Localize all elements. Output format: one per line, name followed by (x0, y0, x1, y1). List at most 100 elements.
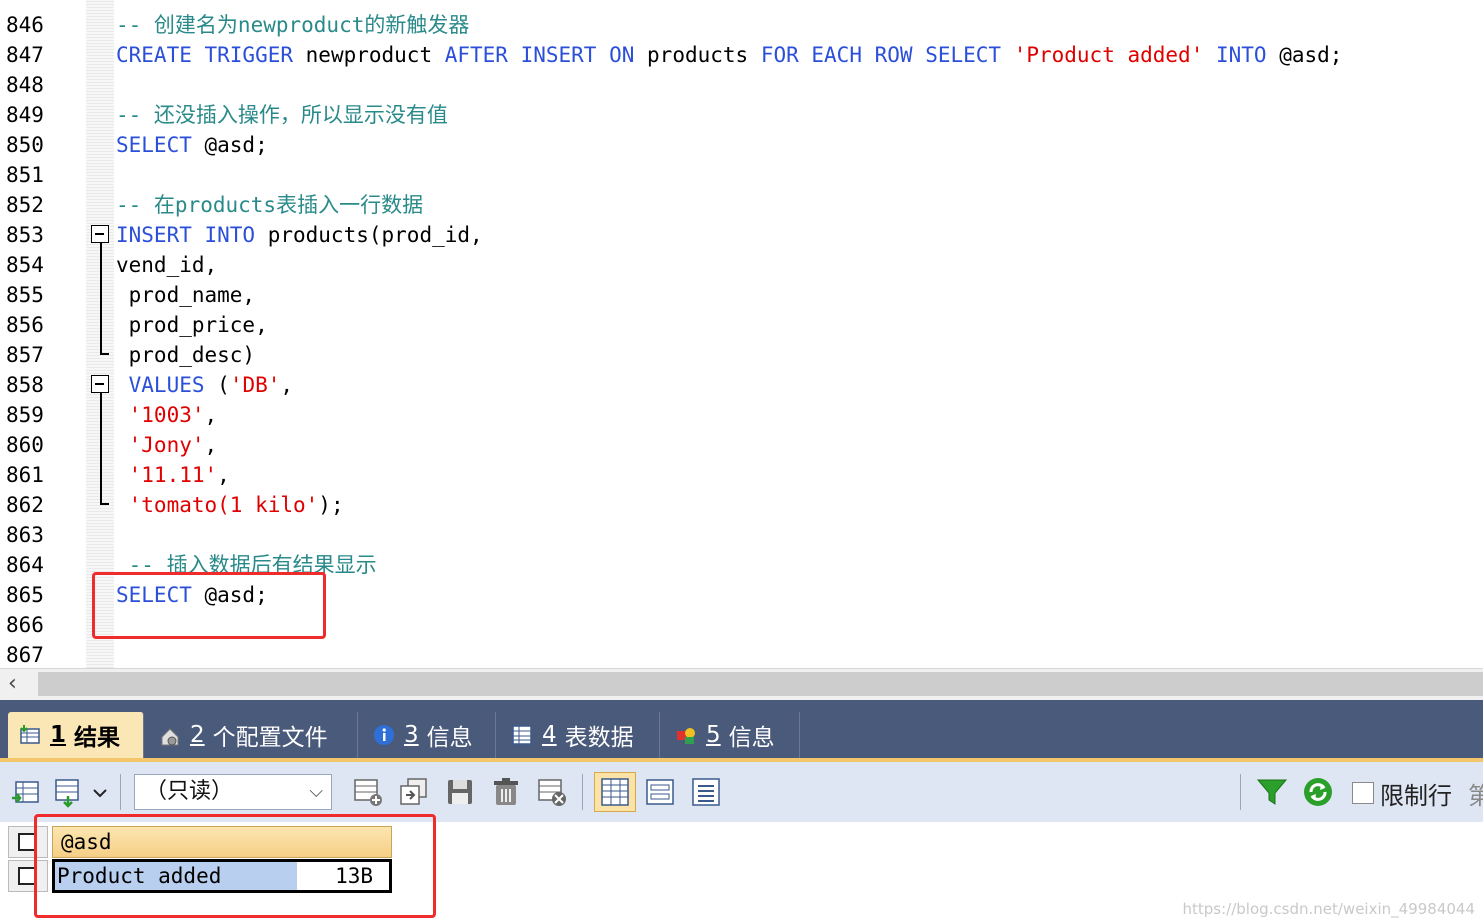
grid-view-icon[interactable] (594, 772, 636, 812)
keyword: VALUES (116, 373, 205, 397)
keyword: CREATE TRIGGER (116, 43, 294, 67)
tab-info-2[interactable]: 5 信息 (664, 712, 800, 758)
punctuation: , (204, 433, 218, 457)
line-number: 846 (6, 13, 44, 37)
string-literal: 'Jony' (116, 433, 205, 457)
code-line-850: SELECT @asd; (116, 130, 268, 160)
line-number: 849 (6, 103, 44, 127)
code-comment: -- 还没插入操作，所以显示没有值 (116, 103, 448, 127)
line-number: 858 (6, 373, 44, 397)
readonly-mode-select[interactable]: （只读） ⌵ (134, 774, 332, 810)
import-dropdown-icon[interactable] (54, 776, 110, 808)
line-number: 859 (6, 403, 44, 427)
keyword: AFTER INSERT ON (444, 43, 635, 67)
code-line-856: prod_price, (116, 313, 268, 337)
horizontal-scrollbar[interactable]: ‹ (0, 668, 1483, 701)
line-number: 855 (6, 283, 44, 307)
result-grid: @asd Product added 13B https://blog.csdn… (0, 814, 1483, 924)
result-toolbar: （只读） ⌵ 限制行 第 (0, 762, 1483, 822)
line-number: 850 (6, 133, 44, 157)
tab-label: 个配置文件 (212, 725, 328, 751)
truncated-label: 第 (1468, 782, 1483, 810)
refresh-icon[interactable] (1302, 776, 1334, 808)
code-line-854: vend_id, (116, 253, 218, 277)
tab-profiles[interactable]: 2 个配置文件 (148, 712, 358, 758)
info-icon (372, 723, 396, 747)
limit-rows-checkbox[interactable] (1352, 782, 1374, 804)
tab-number: 5 (706, 722, 721, 748)
line-number: 857 (6, 343, 44, 367)
tab-label: 信息 (426, 725, 473, 751)
sql-editor[interactable]: 846 847 848 849 850 851 852 853 854 855 … (0, 0, 1483, 668)
chevron-down-icon: ⌵ (309, 781, 323, 802)
cancel-changes-icon[interactable] (536, 776, 568, 808)
duplicate-row-icon[interactable] (398, 776, 430, 808)
text-view-icon[interactable] (690, 776, 722, 808)
export-grid-icon[interactable] (10, 776, 42, 808)
code-line-847: CREATE TRIGGER newproduct AFTER INSERT O… (116, 40, 1342, 70)
result-tab-bar: 1 结果 2 个配置文件 3 信息 4 表数据 5 信息 (0, 700, 1483, 762)
fold-end (100, 353, 109, 355)
scroll-left-icon[interactable]: ‹ (8, 671, 17, 696)
variable: @asd; (1266, 43, 1343, 67)
line-number: 856 (6, 313, 44, 337)
line-number: 847 (6, 43, 44, 67)
tab-number: 4 (542, 722, 557, 748)
grid-result-icon (18, 723, 42, 747)
keyword: INTO (1215, 43, 1267, 67)
tab-info[interactable]: 3 信息 (362, 712, 496, 758)
punctuation: , (204, 403, 218, 427)
line-number: 852 (6, 193, 44, 217)
save-icon[interactable] (444, 776, 476, 808)
tab-label: 表数据 (564, 725, 634, 751)
line-number: 865 (6, 583, 44, 607)
fold-line (100, 393, 102, 503)
delete-icon[interactable] (490, 776, 522, 808)
fold-line (100, 243, 102, 353)
code-line-861: '11.11', (116, 460, 230, 490)
punctuation: ( (204, 373, 230, 397)
toolbar-separator (1240, 774, 1241, 810)
tab-results[interactable]: 1 结果 (8, 712, 144, 758)
form-view-icon[interactable] (644, 776, 676, 808)
fold-toggle-icon[interactable] (91, 375, 109, 393)
line-number: 862 (6, 493, 44, 517)
add-row-icon[interactable] (352, 776, 384, 808)
keyword: FOR EACH ROW SELECT (760, 43, 1002, 67)
line-number: 867 (6, 643, 44, 667)
tab-label: 结果 (74, 725, 121, 751)
code-line-862: 'tomato(1 kilo'); (116, 490, 344, 520)
tab-number: 1 (50, 722, 67, 748)
string-literal: 'Product added' (1001, 43, 1216, 67)
code-comment: -- 在products表插入一行数据 (116, 193, 424, 217)
punctuation: , (217, 463, 230, 487)
filter-icon[interactable] (1256, 776, 1288, 808)
string-literal: '1003' (116, 403, 205, 427)
tab-number: 2 (190, 722, 205, 748)
watermark: https://blog.csdn.net/weixin_49984044 (1182, 900, 1475, 918)
identifier: newproduct (293, 43, 445, 67)
line-number: 848 (6, 73, 44, 97)
line-number: 864 (6, 553, 44, 577)
line-number: 851 (6, 163, 44, 187)
keyword: SELECT (116, 133, 192, 157)
code-line-853: INSERT INTO products(prod_id, (116, 220, 483, 250)
tab-label: 信息 (728, 725, 775, 751)
table-icon (510, 723, 534, 747)
highlight-box (92, 572, 326, 639)
code-line-857: prod_desc) (116, 343, 256, 367)
tab-table-data[interactable]: 4 表数据 (500, 712, 660, 758)
code-line-855: prod_name, (116, 283, 256, 307)
scrollbar-thumb[interactable] (38, 672, 1483, 696)
line-number: 854 (6, 253, 44, 277)
line-number: 860 (6, 433, 44, 457)
highlight-box (34, 814, 436, 918)
string-literal: '11.11' (116, 463, 218, 487)
line-number: 863 (6, 523, 44, 547)
keyword: INSERT INTO (116, 223, 256, 247)
code-line-858: VALUES ('DB', (116, 370, 293, 400)
punctuation: , (280, 373, 294, 397)
fold-toggle-icon[interactable] (91, 225, 109, 243)
tab-number: 3 (404, 722, 419, 748)
shapes-icon (674, 723, 698, 747)
